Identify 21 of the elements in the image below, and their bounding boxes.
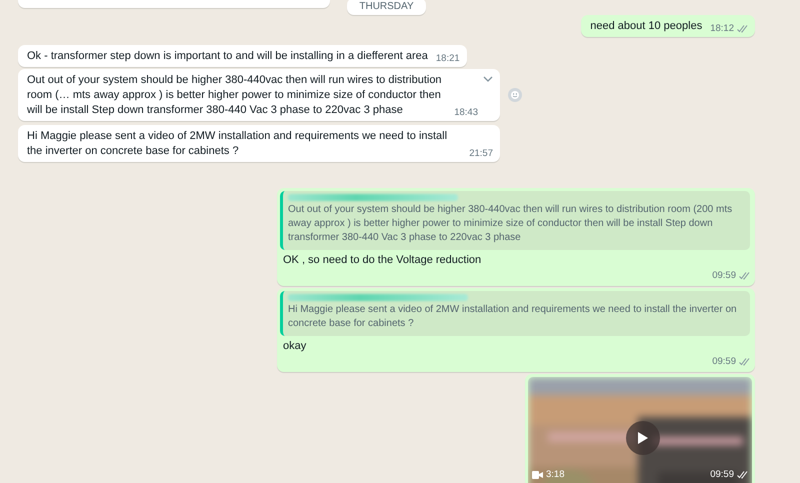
message-text: okay [283, 339, 308, 354]
message-time: 18:21 [436, 52, 460, 66]
message-time: 21:57 [469, 147, 493, 161]
chevron-down-icon[interactable] [483, 76, 493, 82]
quoted-text: Out out of your system should be higher 380-440vac then will run wires to distribution room (200 mts away approx ) is better higher power to minimize size of conductor then will be install Step down transformer 380-440 Vac 3 phase to 220vac 3 phase [288, 203, 734, 245]
quoted-message[interactable] [280, 191, 750, 250]
message-text: Ok - transformer step down is important to and will be installing in a diefferent area [27, 49, 428, 64]
quoted-message[interactable]: Hi Maggie please sent a video of 2MW installation and requirements we need to install the inverter on concrete base for cabinets ? [280, 291, 750, 336]
message-time: 09:59 [712, 355, 736, 369]
video-duration: 3:18 [546, 468, 564, 482]
message-time: 09:59 [712, 269, 736, 283]
date-divider: THURSDAY [347, 0, 426, 15]
video-camera-icon [532, 470, 543, 478]
quoted-text: Hi Maggie please sent a video of 2MW installation and requirements we need to install the inverter on concrete base for cabinets ? [288, 303, 738, 331]
message-text: Out out of your system should be higher 380-440vac then will run wires to distribution room (… mts away approx ) is better higher power to minimize size of conductor then will be install Step down transformer 380-440 Vac 3 phase to 220vac 3 phase [27, 73, 443, 118]
message-time: 09:59 [710, 468, 734, 482]
message-time: 18:12 [710, 22, 734, 36]
message-text: OK , so need to do the Voltage reduction [283, 253, 482, 268]
message-text: need about 10 peoples [590, 19, 702, 34]
message-time: 18:43 [454, 106, 478, 120]
message-text: Hi Maggie please sent a video of 2MW installation and requirements we need to install the inverter on concrete base for cabinets ? [27, 129, 448, 159]
